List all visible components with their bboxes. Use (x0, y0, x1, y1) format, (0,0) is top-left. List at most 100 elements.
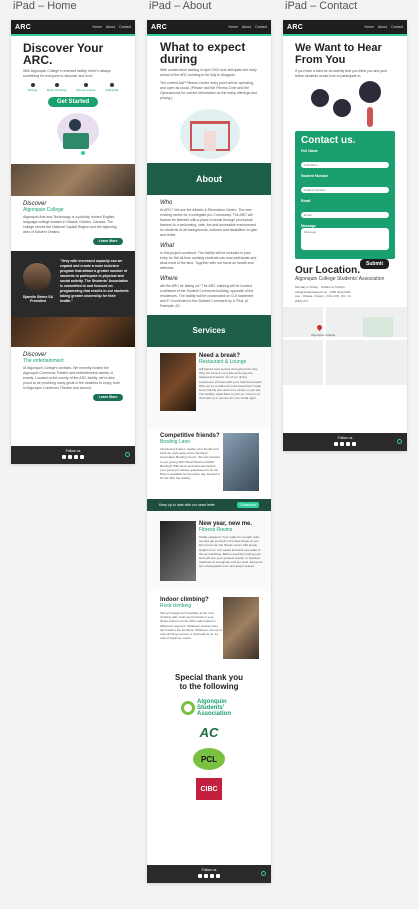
youtube-icon[interactable] (352, 442, 356, 446)
page-title: We Want to Hear From You (295, 42, 382, 66)
about-band: About (147, 163, 271, 195)
youtube-icon[interactable] (216, 874, 220, 878)
youtube-icon[interactable] (80, 455, 84, 459)
brand-logo[interactable]: ARC (287, 24, 303, 31)
twitter-icon[interactable] (346, 442, 350, 446)
instagram-icon[interactable] (340, 442, 344, 446)
reading-illustration (23, 111, 123, 155)
ipad-home-frame: ARC Home About Contact Discover Your ARC… (11, 20, 135, 464)
bowling-photo (223, 433, 259, 491)
sponsor-pcl: PCL (147, 748, 271, 770)
submit-button[interactable]: Submit (360, 259, 389, 269)
nav-about[interactable]: About (242, 25, 251, 29)
testimonial-section: Djanelle Brimo SA President "Only with i… (11, 251, 135, 317)
sponsor-name: AC (199, 725, 219, 740)
intro-text: With construction starting in April 2022… (160, 68, 257, 77)
get-started-button[interactable]: Get Started (48, 97, 98, 107)
frame-label-about: iPad – About (149, 0, 212, 12)
page-title: Discover Your ARC. (23, 41, 104, 67)
top-nav: ARC Home About Contact (147, 20, 271, 34)
scroll-top-icon[interactable] (261, 871, 266, 876)
address-text: Monday to Friday · 9:00am to 5:00pm · ca… (295, 285, 352, 303)
where-title: Where (160, 276, 178, 282)
hero-photo-entertainment (11, 317, 135, 347)
twitter-icon[interactable] (210, 874, 214, 878)
frame-label-home: iPad – Home (13, 0, 77, 12)
footer: Follow us (283, 433, 407, 451)
full-name-input[interactable] (301, 162, 389, 168)
sponsor-name: PCL (193, 748, 225, 770)
nav-contact[interactable]: Contact (255, 25, 267, 29)
student-number-input[interactable] (301, 187, 389, 193)
where-text: will the ARC be taking us? The ARC build… (160, 284, 254, 308)
contact-illustration (283, 79, 407, 131)
instagram-icon[interactable] (68, 455, 72, 459)
thanks-heading: Special thank you to the following (174, 673, 244, 691)
service-subtitle: Fitness Rooms (199, 527, 233, 533)
nav-home[interactable]: Home (364, 25, 373, 29)
scroll-top-icon[interactable] (397, 439, 402, 444)
person-name: Djanelle Brimo SA President (22, 295, 54, 303)
intro-text-2: The current A&P Fitness Centre entry poi… (160, 81, 258, 100)
nav-about[interactable]: About (378, 25, 387, 29)
message-input[interactable] (301, 228, 389, 250)
discover-text: Algonquin Arts and Technology is a publi… (23, 215, 117, 234)
full-name-label: Full Name (301, 149, 318, 153)
activity-icons: Boxing Rock Climbing Fitness Center Voll… (23, 83, 123, 92)
brand-logo[interactable]: ARC (151, 24, 167, 31)
quote-text: "Only with increased capacity can we exp… (60, 259, 129, 303)
top-nav: ARC Home About Contact (283, 20, 407, 34)
location-subtitle: Algonquin College Students' Association (295, 276, 385, 282)
map-label: Algonquin College (311, 333, 336, 337)
service-text: will feature food service through-out th… (199, 367, 262, 401)
facebook-icon[interactable] (62, 455, 66, 459)
hero-photo-crowd (11, 164, 135, 196)
nav-home[interactable]: Home (92, 25, 101, 29)
follow-us-label: Follow us (201, 868, 217, 872)
email-label: Email (301, 199, 311, 203)
boxing-icon: Boxing (28, 83, 37, 92)
footer: Follow us (11, 446, 135, 464)
service-text: Introducing 5 lanes. Gather your friends… (160, 447, 221, 481)
nav-home[interactable]: Home (228, 25, 237, 29)
nav-contact[interactable]: Contact (391, 25, 403, 29)
what-text: In this project construct: The facility … (160, 251, 257, 270)
sponsor-name: CIBC (196, 778, 222, 800)
learn-more-button-2[interactable]: Learn More (93, 394, 123, 401)
discover2-text: At Algonquin College's arcfacts. We rece… (23, 366, 120, 390)
climbing-photo (223, 597, 259, 659)
newsletter-band: Keep up to date with our news letter Sub… (147, 499, 271, 511)
frame-label-contact: iPad – Contact (285, 0, 358, 12)
scroll-top-icon[interactable] (125, 452, 130, 457)
nav-about[interactable]: About (106, 25, 115, 29)
map-pin-icon[interactable] (315, 323, 324, 332)
volleyball-icon: Volleyball (105, 83, 118, 92)
facebook-icon[interactable] (334, 442, 338, 446)
location-map[interactable]: Algonquin College (283, 307, 407, 385)
service-subtitle: Rock climbing (160, 603, 192, 609)
brand-logo[interactable]: ARC (15, 24, 31, 31)
restaurant-photo (160, 353, 196, 411)
sponsor-name: Algonquin Students' Association (197, 699, 232, 717)
fitness-icon: Fitness Center (76, 83, 96, 92)
service-subtitle: Bowling Lane (160, 439, 191, 445)
service-subtitle: Restaurant & Lounge (199, 359, 247, 365)
instagram-icon[interactable] (204, 874, 208, 878)
email-input[interactable] (301, 212, 389, 218)
nav-contact[interactable]: Contact (119, 25, 131, 29)
person-figure (367, 107, 373, 127)
intro-text: If you have a idea for an activity that … (295, 69, 388, 78)
facebook-icon[interactable] (198, 874, 202, 878)
building-illustration (160, 103, 258, 163)
subscribe-button[interactable]: Subscribe (237, 502, 259, 508)
twitter-icon[interactable] (74, 455, 78, 459)
discover-subtitle: Algonquin College (23, 207, 64, 213)
service-climbing: Indoor climbing? Rock climbing Tall up t… (147, 591, 271, 667)
avatar (23, 263, 51, 291)
sponsor-cibc: CIBC (147, 778, 271, 800)
discover2-subtitle: The entertainment (23, 358, 64, 364)
sponsor-sa: Algonquin Students' Association (147, 699, 271, 717)
learn-more-button[interactable]: Learn More (93, 238, 123, 245)
follow-us-label: Follow us (337, 436, 353, 440)
service-restaurant: Need a break? Restaurant & Lounge will f… (147, 347, 271, 429)
